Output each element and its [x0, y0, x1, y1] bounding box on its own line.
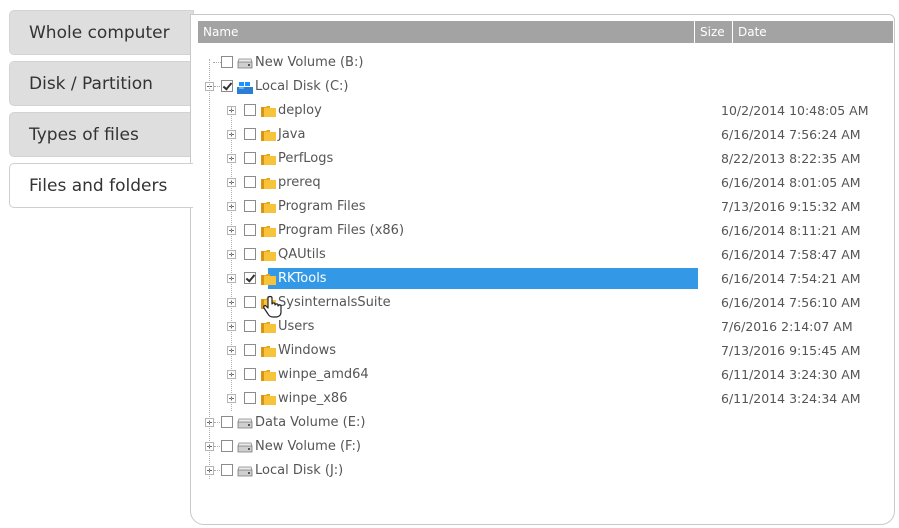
checkbox[interactable]: [244, 128, 256, 140]
checkbox[interactable]: [244, 320, 256, 332]
tree-guide-line: [231, 107, 232, 411]
tree-item-date: 6/16/2014 7:56:24 AM: [721, 127, 861, 142]
drive-icon: [237, 466, 253, 477]
folder-icon: [261, 393, 276, 405]
tree-row[interactable]: deploy 10/2/2014 10:48:05 AM: [191, 99, 896, 123]
checkbox[interactable]: [244, 176, 256, 188]
tree-row[interactable]: prereq 6/16/2014 8:01:05 AM: [191, 171, 896, 195]
tree-item-date: 7/13/2016 9:15:45 AM: [721, 343, 861, 358]
tree-row[interactable]: PerfLogs 8/22/2013 8:22:35 AM: [191, 147, 896, 171]
tree-item-label: RKTools: [278, 271, 327, 286]
folder-icon: [261, 129, 276, 141]
files-panel: Name Size Date New Volume (B:) Local Disk…: [190, 14, 895, 525]
folder-icon: [261, 345, 276, 357]
tree-item-label: Windows: [278, 343, 337, 358]
tree-item-date: 6/16/2014 8:01:05 AM: [721, 175, 861, 190]
checkbox[interactable]: [244, 104, 256, 116]
tree-item-label: Program Files (x86): [278, 223, 405, 238]
folder-icon: [261, 369, 276, 381]
folder-icon: [261, 273, 276, 285]
checkbox[interactable]: [244, 272, 256, 284]
tree-item-label: PerfLogs: [278, 151, 334, 166]
tree-item-label: Local Disk (C:): [255, 79, 349, 94]
checkbox[interactable]: [244, 368, 256, 380]
folder-icon: [261, 153, 276, 165]
tree-item-label: winpe_x86: [278, 391, 348, 406]
tree-row[interactable]: Local Disk (C:): [191, 75, 896, 99]
tab-files-and-folders[interactable]: Files and folders: [9, 163, 193, 208]
checkbox[interactable]: [221, 416, 233, 428]
tree-item-label: Java: [278, 127, 306, 142]
drive-icon: [237, 442, 253, 453]
tree-row[interactable]: Java 6/16/2014 7:56:24 AM: [191, 123, 896, 147]
file-tree: New Volume (B:) Local Disk (C:) deploy 10/2…: [191, 15, 896, 526]
tree-item-date: 7/13/2016 9:15:32 AM: [721, 199, 861, 214]
tree-row[interactable]: New Volume (B:): [191, 51, 896, 75]
system-drive-icon: [237, 82, 253, 94]
tree-row[interactable]: QAUtils 6/16/2014 7:58:47 AM: [191, 243, 896, 267]
tree-row[interactable]: SysinternalsSuite 6/16/2014 7:56:10 AM: [191, 291, 896, 315]
tree-item-label: QAUtils: [278, 247, 326, 262]
tab-whole-computer[interactable]: Whole computer: [9, 10, 194, 55]
folder-icon: [261, 249, 276, 261]
tree-row[interactable]: Program Files (x86) 6/16/2014 8:11:21 AM: [191, 219, 896, 243]
folder-icon: [261, 177, 276, 189]
tree-row[interactable]: winpe_amd64 6/11/2014 3:24:30 AM: [191, 363, 896, 387]
tree-connector: [214, 470, 220, 471]
tree-item-date: 6/16/2014 7:58:47 AM: [721, 247, 861, 262]
folder-icon: [261, 225, 276, 237]
tree-item-date: 6/16/2014 8:11:21 AM: [721, 223, 861, 238]
folder-icon: [261, 105, 276, 117]
tree-item-date: 8/22/2013 8:22:35 AM: [721, 151, 861, 166]
selection-highlight: [268, 268, 698, 289]
tree-item-label: prereq: [278, 175, 321, 190]
tree-item-label: deploy: [278, 103, 322, 118]
tree-item-label: winpe_amd64: [278, 367, 369, 382]
tree-item-label: Local Disk (J:): [255, 463, 344, 478]
drive-icon: [237, 58, 253, 69]
checkbox[interactable]: [244, 200, 256, 212]
tree-row[interactable]: Windows 7/13/2016 9:15:45 AM: [191, 339, 896, 363]
tree-connector: [214, 86, 220, 87]
tree-row[interactable]: Data Volume (E:): [191, 411, 896, 435]
checkbox[interactable]: [221, 464, 233, 476]
drive-icon: [237, 418, 253, 429]
tree-row[interactable]: winpe_x86 6/11/2014 3:24:34 AM: [191, 387, 896, 411]
tree-row[interactable]: New Volume (F:): [191, 435, 896, 459]
tree-item-date: 6/11/2014 3:24:34 AM: [721, 391, 861, 406]
checkbox[interactable]: [221, 80, 233, 92]
tree-connector: [214, 446, 220, 447]
tab-types-of-files[interactable]: Types of files: [9, 112, 194, 157]
tab-disk-partition[interactable]: Disk / Partition: [9, 61, 194, 106]
tree-connector: [214, 422, 220, 423]
checkbox[interactable]: [244, 392, 256, 404]
tree-row[interactable]: RKTools 6/16/2014 7:54:21 AM: [191, 267, 896, 291]
checkbox[interactable]: [221, 440, 233, 452]
tree-item-date: 7/6/2016 2:14:07 AM: [721, 319, 853, 334]
tree-row[interactable]: Program Files 7/13/2016 9:15:32 AM: [191, 195, 896, 219]
checkbox[interactable]: [244, 248, 256, 260]
tree-item-label: Program Files: [278, 199, 366, 214]
checkbox[interactable]: [244, 152, 256, 164]
tree-item-date: 6/16/2014 7:56:10 AM: [721, 295, 861, 310]
tree-guide-line: [209, 59, 210, 479]
hand-pointer-icon: [262, 295, 282, 323]
tree-item-label: Data Volume (E:): [255, 415, 366, 430]
tree-item-label: Users: [278, 319, 315, 334]
tree-item-date: 10/2/2014 10:48:05 AM: [721, 103, 869, 118]
tree-item-label: New Volume (B:): [255, 55, 364, 70]
tree-row[interactable]: Users 7/6/2016 2:14:07 AM: [191, 315, 896, 339]
checkbox[interactable]: [244, 296, 256, 308]
tree-item-label: SysinternalsSuite: [278, 295, 391, 310]
tree-item-date: 6/16/2014 7:54:21 AM: [721, 271, 861, 286]
checkbox[interactable]: [221, 56, 233, 68]
tree-item-label: New Volume (F:): [255, 439, 361, 454]
folder-icon: [261, 201, 276, 213]
tree-row[interactable]: Local Disk (J:): [191, 459, 896, 483]
tree-item-date: 6/11/2014 3:24:30 AM: [721, 367, 861, 382]
checkbox[interactable]: [244, 224, 256, 236]
checkbox[interactable]: [244, 344, 256, 356]
